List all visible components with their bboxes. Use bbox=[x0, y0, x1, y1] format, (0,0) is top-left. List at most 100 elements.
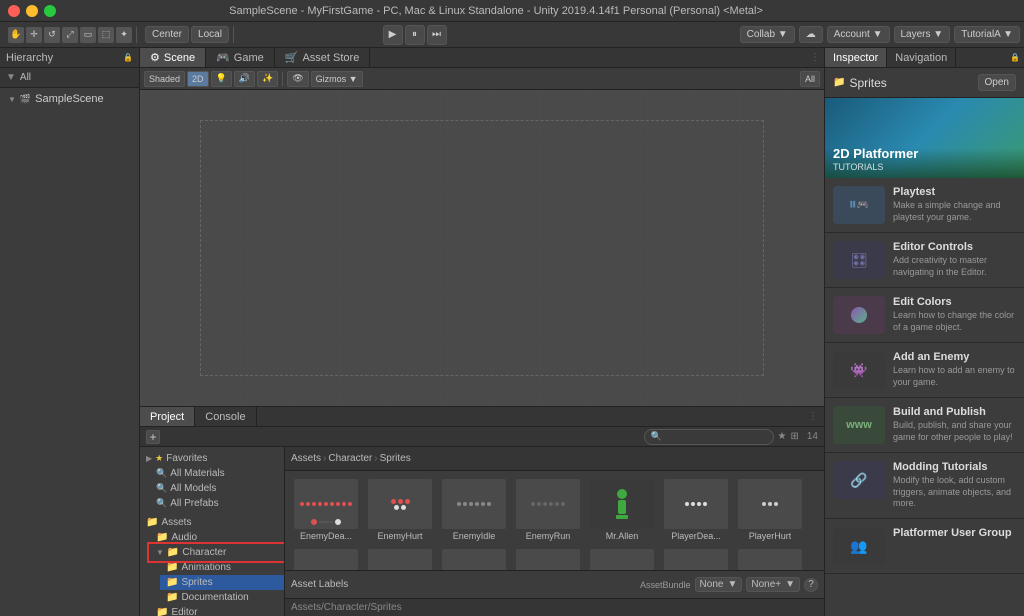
custom-tool[interactable]: ✦ bbox=[116, 27, 132, 43]
hierarchy-search[interactable]: ▼ bbox=[6, 72, 16, 83]
asset-enemyidle[interactable]: EnemyIdle bbox=[439, 477, 509, 543]
lighting-btn[interactable]: 💡 bbox=[211, 71, 232, 87]
editor-folder[interactable]: 📁 Editor bbox=[150, 605, 284, 616]
audio-btn[interactable]: 🔊 bbox=[234, 71, 255, 87]
favorites-header[interactable]: ▶ ★ Favorites bbox=[140, 451, 284, 466]
asset-store-tab[interactable]: 🛒 Asset Store bbox=[275, 48, 371, 67]
sprites-folder[interactable]: 📁 Sprites bbox=[160, 575, 284, 590]
add-asset-button[interactable]: + bbox=[146, 430, 160, 444]
asset-playerdeath[interactable]: PlayerDea... bbox=[661, 477, 731, 543]
window-title: SampleScene - MyFirstGame - PC, Mac & Li… bbox=[56, 5, 936, 17]
project-tab[interactable]: Project bbox=[140, 407, 195, 426]
asset-value-dropdown[interactable]: None+ ▼ bbox=[746, 577, 800, 592]
tutorial-editor-controls[interactable]: 🎛 Editor Controls Add creativity to mast… bbox=[825, 233, 1024, 288]
documentation-folder[interactable]: 📁 Documentation bbox=[160, 590, 284, 605]
play-controls: ▶ ⏸ ⏭ bbox=[383, 25, 447, 45]
layers-button[interactable]: Layers ▼ bbox=[894, 26, 951, 43]
asset-playerspawn[interactable]: PlayerSpa... bbox=[587, 547, 657, 570]
asset-enemyrun[interactable]: EnemyRun bbox=[513, 477, 583, 543]
scale-tool[interactable]: ⤢ bbox=[62, 27, 78, 43]
tutorials-subtitle: TUTORIALS bbox=[833, 162, 918, 172]
asset-mrallen[interactable]: Mr.Allen bbox=[587, 477, 657, 543]
asset-playerlandfall[interactable]: PlayerLand bbox=[439, 547, 509, 570]
inspector-tab[interactable]: Inspector bbox=[825, 48, 887, 67]
hierarchy-header: Hierarchy 🔒 bbox=[0, 48, 139, 68]
tutorial-build-publish[interactable]: www Build and Publish Build, publish, an… bbox=[825, 398, 1024, 453]
bottom-panel: Project Console ⋮ + 🔍 ★ ⊞ 14 bbox=[140, 406, 824, 616]
maximize-button[interactable] bbox=[44, 5, 56, 17]
pause-button[interactable]: ⏸ bbox=[405, 25, 425, 45]
scene-tab[interactable]: ⚙ Scene bbox=[140, 48, 206, 67]
hidden-objects-btn[interactable]: 👁 bbox=[287, 71, 308, 87]
minimize-button[interactable] bbox=[26, 5, 38, 17]
gizmos-btn[interactable]: Gizmos ▼ bbox=[311, 71, 363, 87]
inspector-tabs: Inspector Navigation 🔒 bbox=[825, 48, 1024, 68]
asset-enemydeath[interactable]: EnemyDea... bbox=[291, 477, 361, 543]
play-button[interactable]: ▶ bbox=[383, 25, 403, 45]
all-btn[interactable]: All bbox=[800, 71, 820, 87]
breadcrumb-sprites[interactable]: Sprites bbox=[380, 453, 411, 464]
asset-playerrun[interactable]: PlayerRun bbox=[513, 547, 583, 570]
traffic-lights bbox=[8, 5, 56, 17]
effects-btn[interactable]: ✨ bbox=[257, 71, 278, 87]
asset-enemyhurt[interactable]: EnemyHurt bbox=[365, 477, 435, 543]
assets-toolbar: Assets › Character › Sprites bbox=[285, 447, 824, 471]
breadcrumb: Assets › Character › Sprites bbox=[291, 453, 411, 464]
animations-folder[interactable]: 📁 Animations bbox=[160, 560, 284, 575]
rect-tool[interactable]: ▭ bbox=[80, 27, 96, 43]
open-button[interactable]: Open bbox=[978, 74, 1016, 91]
asset-tokencollect[interactable]: TokenCole... bbox=[735, 547, 805, 570]
assetbundle-dropdown[interactable]: None ▼ bbox=[695, 577, 743, 592]
hierarchy-scene-item[interactable]: ▼ 🎬 SampleScene bbox=[0, 92, 139, 106]
account-button[interactable]: Account ▼ bbox=[827, 26, 890, 43]
panel-menu-icon[interactable]: ⋮ bbox=[808, 411, 818, 422]
collab-button[interactable]: Collab ▼ bbox=[740, 26, 795, 43]
close-button[interactable] bbox=[8, 5, 20, 17]
asset-playervictory[interactable]: PlayerVict... bbox=[661, 547, 731, 570]
tutorial-modding[interactable]: 🔗 Modding Tutorials Modify the look, add… bbox=[825, 453, 1024, 519]
tutorial-user-group[interactable]: 👥 Platformer User Group bbox=[825, 519, 1024, 574]
rotate-tool[interactable]: ↺ bbox=[44, 27, 60, 43]
title-bar: SampleScene - MyFirstGame - PC, Mac & Li… bbox=[0, 0, 1024, 22]
cloud-button[interactable]: ☁ bbox=[799, 26, 823, 43]
tutorial-playtest[interactable]: ⏸ 🎮 Playtest Make a simple change and pl… bbox=[825, 178, 1024, 233]
transform-tools: ✋ ✛ ↺ ⤢ ▭ ⬚ ✦ bbox=[4, 27, 137, 43]
tutorial-button[interactable]: TutorialA ▼ bbox=[954, 26, 1020, 43]
asset-playeridle[interactable]: PlayerIdle bbox=[291, 547, 361, 570]
2d-button[interactable]: 2D bbox=[187, 71, 209, 87]
step-button[interactable]: ⏭ bbox=[427, 25, 447, 45]
tutorial-add-enemy[interactable]: 👾 Add an Enemy Learn how to add an enemy… bbox=[825, 343, 1024, 398]
inspector-lock[interactable]: 🔒 bbox=[1010, 53, 1020, 62]
shaded-dropdown[interactable]: Shaded bbox=[144, 71, 185, 87]
breadcrumb-character[interactable]: Character bbox=[328, 453, 372, 464]
project-toolbar: + 🔍 ★ ⊞ 14 bbox=[140, 427, 824, 447]
assets-header[interactable]: 📁 Assets bbox=[140, 515, 284, 530]
sprites-title: Sprites bbox=[849, 76, 886, 90]
console-tab[interactable]: Console bbox=[195, 407, 256, 426]
move-tool[interactable]: ✛ bbox=[26, 27, 42, 43]
scene-options-icon[interactable]: ⋮ bbox=[810, 52, 820, 63]
all-materials-item[interactable]: 🔍 All Materials bbox=[150, 466, 284, 481]
scene-viewport[interactable] bbox=[140, 90, 824, 406]
breadcrumb-assets[interactable]: Assets bbox=[291, 453, 321, 464]
transform-tool[interactable]: ⬚ bbox=[98, 27, 114, 43]
local-button[interactable]: Local bbox=[191, 26, 229, 43]
right-panel: Inspector Navigation 🔒 📁 Sprites Open bbox=[824, 48, 1024, 616]
favorites-icon[interactable]: ★ bbox=[778, 431, 787, 442]
all-models-item[interactable]: 🔍 All Models bbox=[150, 481, 284, 496]
tutorial-edit-colors[interactable]: Edit Colors Learn how to change the colo… bbox=[825, 288, 1024, 343]
sort-icon[interactable]: ⊞ bbox=[790, 431, 798, 442]
audio-folder[interactable]: 📁 Audio bbox=[150, 530, 284, 545]
hierarchy-all-label: All bbox=[20, 72, 31, 83]
all-prefabs-item[interactable]: 🔍 All Prefabs bbox=[150, 496, 284, 511]
asset-labels-help[interactable]: ? bbox=[804, 578, 818, 592]
asset-playerjump[interactable]: PlayerJump bbox=[365, 547, 435, 570]
game-tab[interactable]: 🎮 Game bbox=[206, 48, 275, 67]
asset-playerhurt[interactable]: PlayerHurt bbox=[735, 477, 805, 543]
hand-tool[interactable]: ✋ bbox=[8, 27, 24, 43]
character-folder[interactable]: ▼ 📁 Character bbox=[150, 545, 284, 560]
search-box[interactable]: 🔍 bbox=[644, 429, 774, 445]
center-button[interactable]: Center bbox=[145, 26, 189, 43]
navigation-tab[interactable]: Navigation bbox=[887, 48, 956, 67]
center-area: ⚙ Scene 🎮 Game 🛒 Asset Store ⋮ Shaded 2D… bbox=[140, 48, 824, 616]
